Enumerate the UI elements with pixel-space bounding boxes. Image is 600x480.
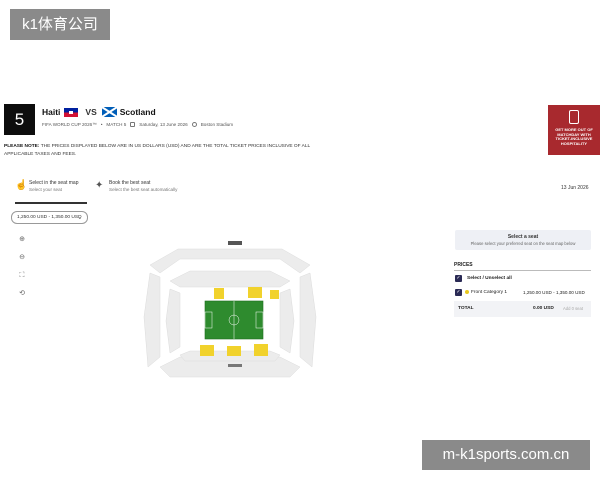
location-pin-icon [191, 122, 197, 127]
notice-text: THE PRICES DISPLAYED BELOW ARE IN US DOL… [4, 144, 311, 157]
reset-view-icon[interactable]: ⟲ [17, 289, 27, 299]
scotland-flag-icon [101, 107, 117, 117]
category-price-range: 1,250.00 USD - 1,350.00 USD [523, 290, 585, 295]
category-color-dot [465, 290, 469, 294]
competition-name: FIFA WORLD CUP 2026™ [42, 122, 97, 127]
tab-best-seat[interactable]: ✦ Book the best seat Select the best sea… [95, 180, 177, 204]
section-north-1[interactable] [214, 288, 224, 299]
tab-select-in-map-title: Select in the seat map [29, 180, 79, 186]
match-number-badge: 5 [4, 104, 35, 135]
promo-text: GET MORE OUT OF MATCHDAY WITH TICKET-INC… [555, 127, 593, 146]
selection-mode-tabs: ☝ Select in the seat map Select your sea… [15, 180, 195, 204]
select-all-checkbox[interactable]: ✓ [455, 275, 462, 282]
magic-wand-icon: ✦ [95, 180, 104, 191]
select-seat-title: Select a seat [507, 234, 539, 240]
total-row: TOTAL 0.00 USD Add 0 seat [454, 301, 591, 317]
category-checkbox[interactable]: ✓ [455, 289, 462, 296]
section-north-2[interactable] [248, 287, 262, 298]
select-seat-subtitle: Please select your preferred seat on the… [470, 241, 576, 246]
calendar-icon [130, 122, 136, 127]
lower-tier-west[interactable] [165, 288, 181, 354]
select-seat-card: Select a seat Please select your preferr… [455, 230, 591, 250]
section-north-3[interactable] [270, 290, 279, 299]
tab-best-seat-title: Book the best seat [109, 180, 151, 186]
prices-divider [454, 270, 591, 271]
hand-pointer-icon: ☝ [15, 180, 28, 191]
total-value: 0.00 USD [533, 306, 554, 311]
watermark-top: k1体育公司 [10, 9, 110, 40]
notice-label: PLEASE NOTE: [4, 144, 40, 149]
chevron-down-icon: ⌄ [77, 215, 82, 221]
prices-heading: PRICES [454, 262, 473, 268]
phone-icon [569, 110, 579, 124]
total-label: TOTAL [458, 306, 474, 311]
match-venue: Boston Stadium [200, 122, 234, 127]
active-tab-indicator [15, 202, 87, 204]
lower-tier-east[interactable] [279, 288, 295, 354]
scoreboard-north [228, 241, 242, 245]
match-label: MATCH 5 [106, 122, 127, 127]
tab-best-seat-subtitle: Select the best seat automatically [109, 187, 178, 192]
match-title: Haiti VS Scotland [42, 107, 156, 117]
watermark-bottom: m-k1sports.com.cn [422, 440, 590, 470]
match-date-short: 13 Jun 2026 [561, 185, 589, 191]
category-name: Front Category 1 [471, 290, 507, 295]
match-meta: FIFA WORLD CUP 2026™ • MATCH 5 Saturday,… [42, 122, 234, 127]
zoom-in-icon[interactable]: ⊕ [17, 235, 27, 245]
zoom-out-icon[interactable]: ⊖ [17, 253, 27, 263]
price-notice: PLEASE NOTE: THE PRICES DISPLAYED BELOW … [4, 143, 324, 159]
match-date: Saturday, 13 June 2026 [139, 122, 188, 127]
haiti-flag-icon [64, 107, 79, 117]
vs-label: VS [85, 107, 97, 117]
team-away: Scotland [119, 107, 156, 117]
ticket-page: 5 Haiti VS Scotland FIFA WORLD CUP 2026™… [0, 95, 600, 382]
hospitality-promo-banner[interactable]: GET MORE OUT OF MATCHDAY WITH TICKET-INC… [548, 105, 600, 155]
price-range-value: 1,250.00 USD - 1,350.00 USD [17, 215, 82, 220]
upper-tier-west[interactable] [143, 272, 161, 368]
price-range-dropdown[interactable]: 1,250.00 USD - 1,350.00 USD ⌄ [11, 211, 88, 224]
section-south-2[interactable] [227, 346, 241, 356]
tab-select-in-map[interactable]: ☝ Select in the seat map Select your sea… [15, 180, 78, 204]
upper-tier-east[interactable] [299, 272, 317, 368]
upper-tier-north[interactable] [149, 248, 311, 274]
team-home: Haiti [42, 107, 61, 117]
stadium-seat-map[interactable] [130, 237, 330, 382]
add-seat-button[interactable]: Add 0 seat [558, 304, 588, 314]
section-south-3[interactable] [254, 344, 268, 356]
fullscreen-icon[interactable]: ⛶ [17, 271, 27, 281]
scoreboard-south [228, 364, 242, 367]
select-all-label: Select / Unselect all [467, 276, 512, 281]
tab-select-in-map-subtitle: Select your seat [29, 187, 62, 192]
lower-tier-north[interactable] [169, 270, 291, 288]
section-south-1[interactable] [200, 345, 214, 356]
